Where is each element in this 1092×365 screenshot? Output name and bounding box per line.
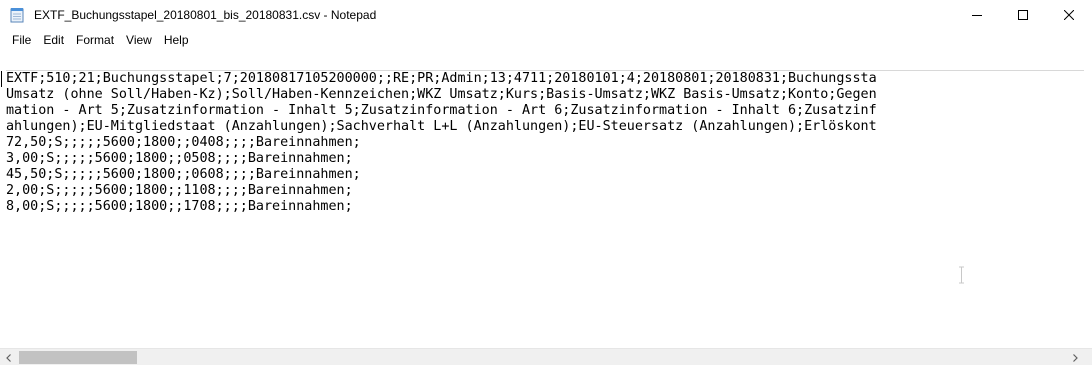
menu-file[interactable]: File xyxy=(0,30,37,50)
ibeam-cursor-icon xyxy=(959,266,964,284)
menu-format[interactable]: Format xyxy=(70,30,120,50)
text-caret xyxy=(1,71,2,87)
title-bar[interactable]: EXTF_Buchungsstapel_20180801_bis_2018083… xyxy=(0,0,1092,30)
editor-line: 2,00;S;;;;;5600;1800;;1108;;;;Bareinnahm… xyxy=(6,183,353,198)
menu-view[interactable]: View xyxy=(120,30,158,50)
menu-help[interactable]: Help xyxy=(158,30,195,50)
scroll-thumb[interactable] xyxy=(19,351,137,364)
text-editor[interactable]: EXTF;510;21;Buchungsstapel;7;20180817105… xyxy=(6,70,1084,349)
scroll-right-button[interactable] xyxy=(1066,349,1083,365)
editor-line: 72,50;S;;;;;5600;1800;;0408;;;;Bareinnah… xyxy=(6,135,361,150)
editor-line: 8,00;S;;;;;5600;1800;;1708;;;;Bareinnahm… xyxy=(6,199,353,214)
maximize-button[interactable] xyxy=(1000,0,1046,30)
window-title: EXTF_Buchungsstapel_20180801_bis_2018083… xyxy=(34,8,377,22)
menu-bar: File Edit Format View Help xyxy=(0,30,1092,50)
close-icon xyxy=(1064,10,1074,20)
editor-line: EXTF;510;21;Buchungsstapel;7;20180817105… xyxy=(6,71,877,86)
minimize-button[interactable] xyxy=(954,0,1000,30)
minimize-icon xyxy=(972,15,982,16)
notepad-window: EXTF_Buchungsstapel_20180801_bis_2018083… xyxy=(0,0,1092,365)
maximize-icon xyxy=(1018,10,1028,20)
close-button[interactable] xyxy=(1046,0,1092,30)
horizontal-scrollbar[interactable] xyxy=(0,348,1092,365)
notepad-icon xyxy=(9,7,25,23)
editor-line: ahlungen);EU-Mitgliedstaat (Anzahlungen)… xyxy=(6,119,877,134)
menu-edit[interactable]: Edit xyxy=(37,30,70,50)
editor-line: Umsatz (ohne Soll/Haben-Kz);Soll/Haben-K… xyxy=(6,87,877,102)
chevron-left-icon xyxy=(5,353,11,362)
scroll-left-button[interactable] xyxy=(0,349,17,365)
editor-line: mation - Art 5;Zusatzinformation - Inhal… xyxy=(6,103,877,118)
chevron-right-icon xyxy=(1072,353,1078,362)
vertical-scroll-area[interactable] xyxy=(1084,70,1092,348)
editor-line: 45,50;S;;;;;5600;1800;;0608;;;;Bareinnah… xyxy=(6,167,361,182)
editor-line: 3,00;S;;;;;5600;1800;;0508;;;;Bareinnahm… xyxy=(6,151,353,166)
